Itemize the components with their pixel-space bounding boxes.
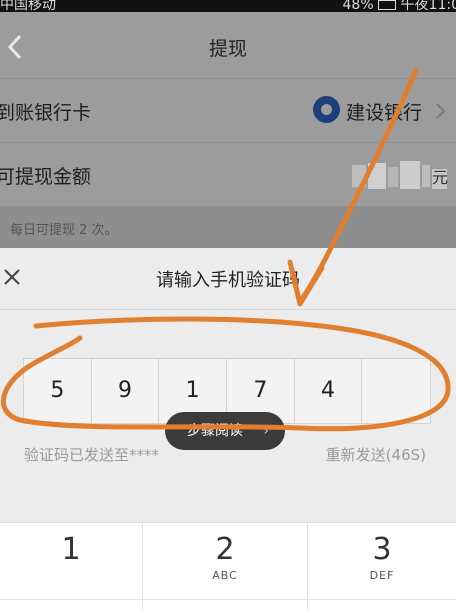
bank-card-row[interactable]: 到账银行卡 建设银行 [0,78,456,142]
keypad-next-row [0,599,456,611]
code-digit-box[interactable] [362,359,430,423]
key-2[interactable]: 2 ABC [143,523,308,611]
step-reading-label: 步骤阅读 [187,423,243,439]
daily-limit-note: 每日可提现 2 次。 [10,223,118,238]
status-bar: 中国移动 48% 午夜11:0 [0,0,456,12]
page-title: 提现 [208,38,247,60]
nav-bar: 提现 [0,12,456,82]
note-bar: 每日可提现 2 次。 [0,206,456,248]
ccb-logo-icon [313,96,340,123]
amount-label: 可提现金额 [0,166,92,188]
amount-row: 可提现金额 元 [0,142,456,206]
carrier-label: 中国移动 [0,0,56,12]
key-1[interactable]: 1 [0,523,143,611]
chevron-right-icon [436,103,446,119]
sheet-header: 请输入手机验证码 [0,248,456,310]
key-digit: 2 [215,532,235,567]
sheet-title: 请输入手机验证码 [156,270,300,291]
key-digit: 1 [61,532,81,567]
step-reading-button[interactable]: 步骤阅读 › [165,412,285,450]
battery-percent: 48% [342,0,374,12]
verification-sheet: 请输入手机验证码 5 9 1 7 4 验证码已发送至**** 重新发送(46S)… [0,248,456,522]
code-digit-box[interactable]: 9 [92,359,160,423]
blurred-amount: 元 [352,161,449,191]
code-sent-text: 验证码已发送至**** [24,446,160,464]
bank-card-label: 到账银行卡 [0,102,92,124]
code-digit-box[interactable]: 4 [295,359,363,423]
clock: 午夜11:0 [400,0,456,12]
key-digit: 3 [372,532,392,567]
battery-icon [378,0,397,10]
key-letters: ABC [212,569,238,582]
numeric-keypad: 1 2 ABC 3 DEF [0,522,456,611]
key-letters: DEF [369,569,395,582]
bank-name: 建设银行 [346,102,423,124]
chevron-right-icon: › [263,423,269,439]
key-3[interactable]: 3 DEF [308,523,456,611]
resend-button[interactable]: 重新发送(46S) [326,444,426,465]
amount-unit: 元 [432,168,449,189]
withdraw-page: 提现 到账银行卡 建设银行 可提现金额 元 每日可提现 2 次。 [0,12,456,248]
status-right: 48% 午夜11:0 [343,0,456,12]
code-digit-box[interactable]: 5 [24,359,92,423]
